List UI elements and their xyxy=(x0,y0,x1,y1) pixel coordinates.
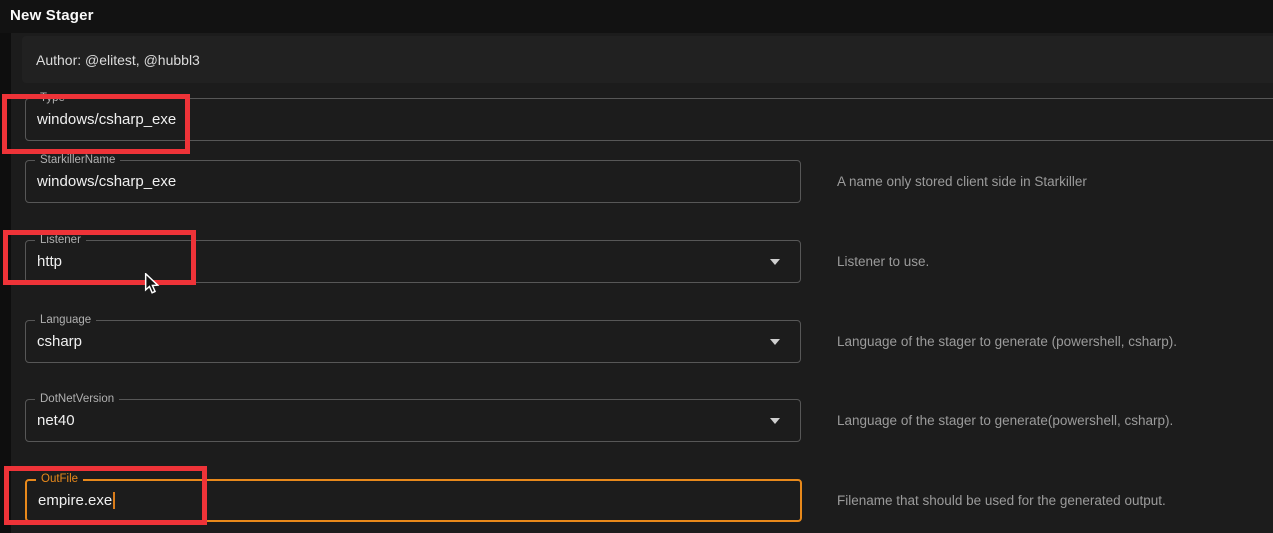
outfile-field-value: empire.exe xyxy=(27,492,112,509)
top-header-band xyxy=(0,0,1273,33)
dotnetversion-select[interactable]: DotNetVersion net40 xyxy=(25,399,801,442)
outfile-field[interactable]: OutFile empire.exe xyxy=(25,479,802,522)
type-field[interactable]: Type windows/csharp_exe xyxy=(25,98,1273,141)
language-select-value: csharp xyxy=(26,333,82,350)
starkillername-helper-text: A name only stored client side in Starki… xyxy=(837,160,1267,203)
outfile-helper-text: Filename that should be used for the gen… xyxy=(837,479,1267,522)
dotnetversion-select-label: DotNetVersion xyxy=(35,392,119,406)
dropdown-arrow-icon xyxy=(770,259,780,265)
listener-select-value: http xyxy=(26,253,62,270)
dotnetversion-select-value: net40 xyxy=(26,412,75,429)
author-card: Author: @elitest, @hubbl3 xyxy=(22,36,1273,83)
dropdown-arrow-icon xyxy=(770,418,780,424)
language-select-label: Language xyxy=(35,313,96,327)
listener-select[interactable]: Listener http xyxy=(25,240,801,283)
page-title: New Stager xyxy=(10,0,94,33)
type-field-label: Type xyxy=(35,91,70,105)
listener-select-label: Listener xyxy=(35,233,86,247)
starkillername-field-value: windows/csharp_exe xyxy=(26,173,176,190)
dotnetversion-helper-text: Language of the stager to generate(power… xyxy=(837,399,1267,442)
starkillername-field[interactable]: StarkillerName windows/csharp_exe xyxy=(25,160,801,203)
dropdown-arrow-icon xyxy=(770,339,780,345)
outfile-field-label: OutFile xyxy=(36,472,83,486)
text-caret xyxy=(113,492,115,509)
listener-helper-text: Listener to use. xyxy=(837,240,1267,283)
author-text: Author: @elitest, @hubbl3 xyxy=(22,52,200,68)
starkillername-field-label: StarkillerName xyxy=(35,153,120,167)
left-edge-strip xyxy=(0,33,11,533)
language-select[interactable]: Language csharp xyxy=(25,320,801,363)
language-helper-text: Language of the stager to generate (powe… xyxy=(837,320,1267,363)
type-field-value: windows/csharp_exe xyxy=(26,111,176,128)
